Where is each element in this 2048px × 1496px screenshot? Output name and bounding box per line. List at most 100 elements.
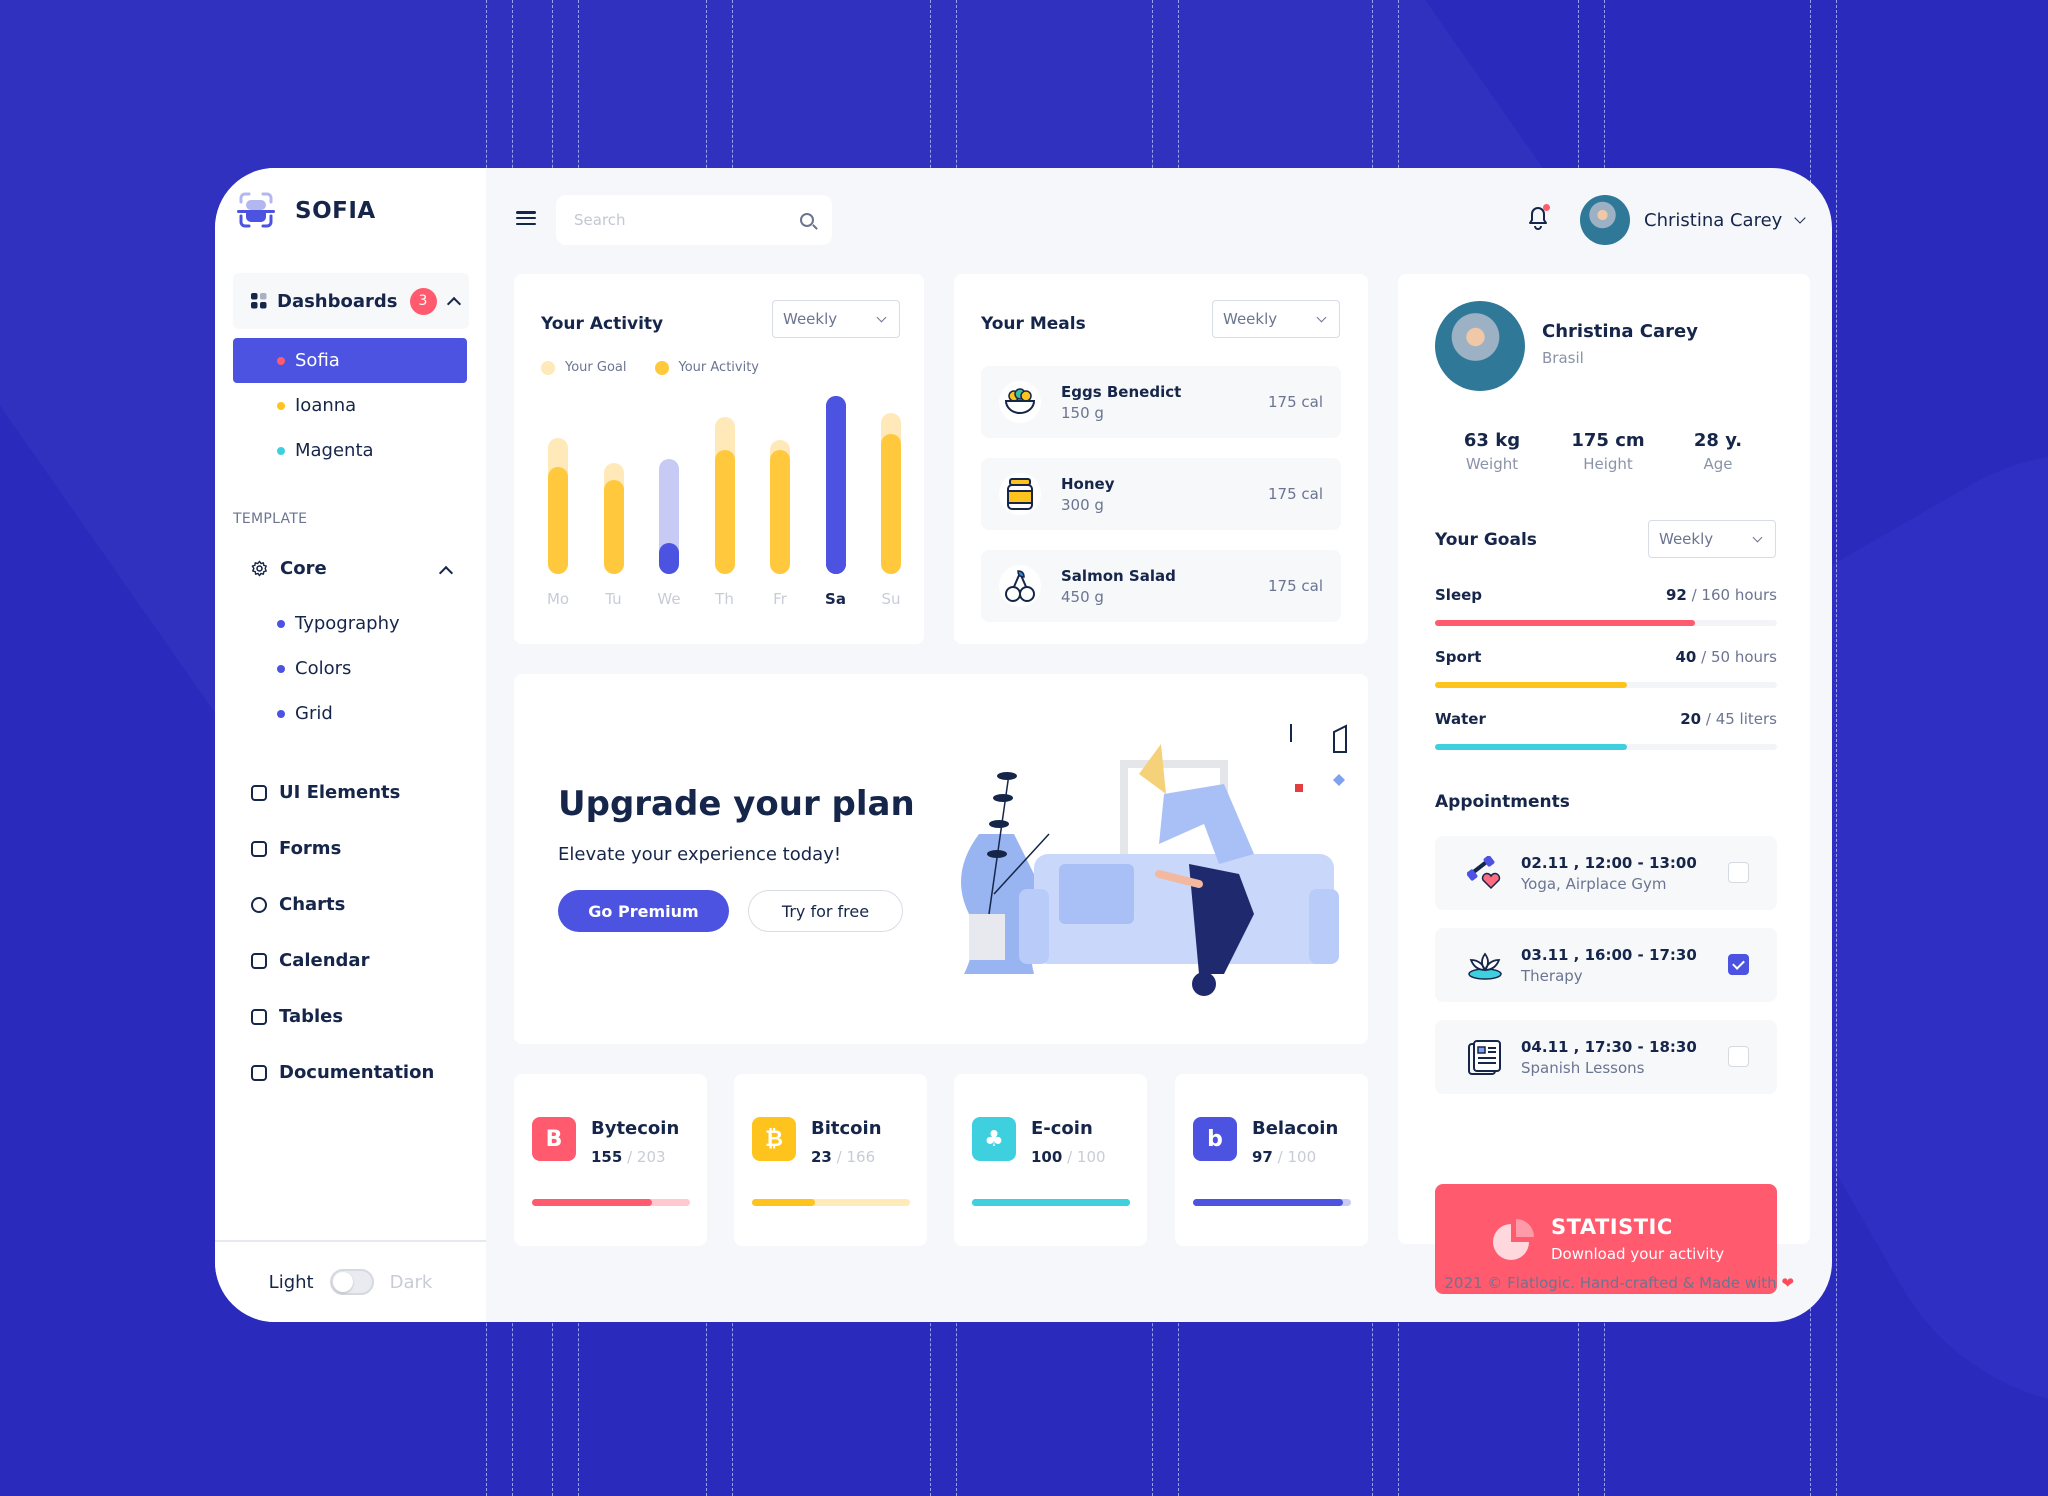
heart-icon: ❤ [1781, 1274, 1794, 1292]
coin-card-bytecoin[interactable]: B Bytecoin 155 / 203 [514, 1074, 707, 1246]
sidebar-item-ui-elements[interactable]: UI Elements [251, 782, 400, 803]
appointment-item[interactable]: 04.11 , 17:30 - 18:30 Spanish Lessons [1435, 1020, 1777, 1094]
chevron-up-icon[interactable] [438, 565, 454, 581]
goals-title: Your Goals [1435, 530, 1537, 550]
coin-card-belacoin[interactable]: b Belacoin 97 / 100 [1175, 1074, 1368, 1246]
goal-progress [1435, 682, 1777, 688]
bullet-dot [277, 709, 285, 718]
sidebar-item-typography[interactable]: Typography [233, 601, 467, 646]
eggs-bowl-icon [999, 381, 1041, 423]
sidebar-item-tables[interactable]: Tables [251, 1006, 343, 1027]
activity-card: Your Activity Weekly Your Goal Your Acti… [514, 274, 924, 644]
coin-card-bitcoin[interactable]: ₿ Bitcoin 23 / 166 [734, 1074, 927, 1246]
coin-name: Bitcoin [811, 1118, 882, 1139]
sidebar-item-ioanna[interactable]: Ioanna [233, 383, 467, 428]
go-premium-button[interactable]: Go Premium [558, 890, 729, 932]
bytecoin-icon: B [532, 1117, 576, 1161]
sidebar-item-documentation[interactable]: Documentation [251, 1062, 434, 1083]
meal-calories: 175 cal [1267, 577, 1323, 595]
chevron-down-icon [1794, 212, 1806, 224]
coin-name: Belacoin [1252, 1118, 1339, 1139]
upgrade-subtitle: Elevate your experience today! [558, 844, 842, 865]
section-label-template: TEMPLATE [233, 511, 308, 527]
status-dot [277, 401, 285, 410]
goals-period-select[interactable]: Weekly [1648, 520, 1776, 558]
profile-card: Christina Carey Brasil 63 kg Weight 175 c… [1398, 274, 1810, 1294]
activity-period-select[interactable]: Weekly [772, 300, 900, 338]
sidebar-item-label: Grid [295, 703, 333, 724]
status-dot [277, 356, 285, 365]
chevron-up-icon[interactable] [446, 296, 461, 312]
select-value: Weekly [1223, 310, 1278, 328]
statistic-title: STATISTIC [1551, 1215, 1673, 1239]
logo[interactable]: SOFIA [235, 192, 376, 230]
appointment-checkbox[interactable] [1728, 862, 1749, 883]
appointment-checkbox[interactable] [1728, 954, 1749, 975]
calendar-icon [251, 952, 267, 969]
sidebar-item-core[interactable]: Core [251, 558, 454, 581]
appointment-item[interactable]: 02.11 , 12:00 - 13:00 Yoga, Airplace Gym [1435, 836, 1777, 910]
sidebar-item-forms[interactable]: Forms [251, 838, 341, 859]
notifications-button[interactable] [1528, 204, 1550, 230]
tables-icon [251, 1008, 267, 1025]
goal-progress [1435, 620, 1777, 626]
sidebar-item-dashboards[interactable]: Dashboards 3 [233, 273, 469, 329]
appointment-time: 03.11 , 16:00 - 17:30 [1521, 945, 1697, 964]
meal-weight: 300 g [1061, 495, 1104, 514]
search-input[interactable] [574, 211, 800, 229]
appointment-desc: Therapy [1521, 966, 1583, 985]
handstand-illustration [961, 724, 1347, 996]
select-value: Weekly [783, 310, 838, 328]
menu-toggle-icon[interactable] [516, 211, 536, 225]
theme-toggle[interactable] [329, 1269, 374, 1295]
appointment-checkbox[interactable] [1728, 1046, 1749, 1067]
bar-activity-sa [825, 396, 846, 574]
bullet-dot [277, 619, 285, 628]
meal-item[interactable]: Honey 300 g 175 cal [981, 458, 1341, 530]
dashboard-window: SOFIA Dashboards 3 Sofia Ioanna Magenta [215, 168, 1832, 1322]
sidebar-item-colors[interactable]: Colors [233, 646, 467, 691]
meals-title: Your Meals [981, 314, 1086, 334]
charts-icon [251, 896, 267, 913]
x-tick-label: Mo [546, 590, 570, 608]
forms-icon [251, 840, 267, 857]
stat-age: 28 y. Age [1693, 430, 1743, 473]
sidebar-item-label: Dashboards [277, 290, 398, 312]
legend-label-goal: Your Goal [565, 360, 627, 375]
appointment-item[interactable]: 03.11 , 16:00 - 17:30 Therapy [1435, 928, 1777, 1002]
coin-progress-fill [1193, 1199, 1344, 1206]
theme-light-label: Light [268, 1271, 314, 1293]
sidebar-item-charts[interactable]: Charts [251, 894, 345, 915]
chevron-down-icon [1316, 312, 1327, 322]
chevron-down-icon [876, 312, 887, 322]
meals-period-select[interactable]: Weekly [1212, 300, 1340, 338]
sidebar-item-label: Colors [295, 658, 352, 679]
sidebar-item-label: Tables [279, 1006, 344, 1027]
sidebar-item-magenta[interactable]: Magenta [233, 428, 467, 473]
meal-item[interactable]: Eggs Benedict 150 g 175 cal [981, 366, 1341, 438]
theme-switch: Light Dark [215, 1240, 486, 1322]
user-menu[interactable]: Christina Carey [1580, 195, 1806, 245]
try-free-button[interactable]: Try for free [748, 890, 903, 932]
select-value: Weekly [1659, 530, 1714, 548]
avatar [1580, 195, 1630, 245]
sidebar-item-sofia[interactable]: Sofia [233, 338, 467, 383]
sidebar-item-calendar[interactable]: Calendar [251, 950, 369, 971]
stat-height: 175 cm Height [1571, 430, 1645, 473]
upgrade-card: Upgrade your plan Elevate your experienc… [514, 674, 1368, 1044]
profile-country: Brasil [1542, 349, 1584, 367]
coin-card-e-coin[interactable]: ♣ E-coin 100 / 100 [954, 1074, 1147, 1246]
bar-activity-th [714, 450, 735, 574]
profile-avatar [1435, 301, 1525, 391]
goal-progress-fill [1435, 682, 1627, 688]
sidebar-item-label: Sofia [295, 350, 340, 371]
x-tick-label: We [657, 590, 681, 608]
meal-name: Honey [1061, 474, 1115, 493]
notification-badge: 3 [409, 287, 437, 315]
coin-values: 97 / 100 [1252, 1148, 1317, 1166]
search-icon[interactable] [800, 213, 814, 227]
meal-item[interactable]: Salmon Salad 450 g 175 cal [981, 550, 1341, 622]
sidebar-item-grid[interactable]: Grid [233, 691, 467, 736]
dumbbell-heart-icon [1465, 853, 1505, 893]
legend-swatch-goal [541, 360, 555, 375]
